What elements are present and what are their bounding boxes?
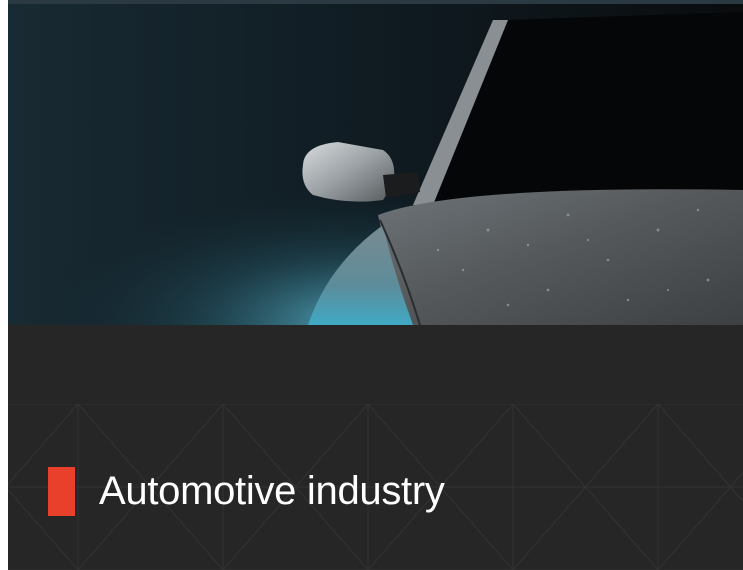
car-photo	[8, 0, 743, 325]
industry-card[interactable]: Automotive industry	[8, 0, 743, 570]
title-row[interactable]: Automotive industry	[48, 466, 445, 516]
card-title[interactable]: Automotive industry	[99, 466, 445, 516]
accent-bar	[48, 466, 75, 516]
